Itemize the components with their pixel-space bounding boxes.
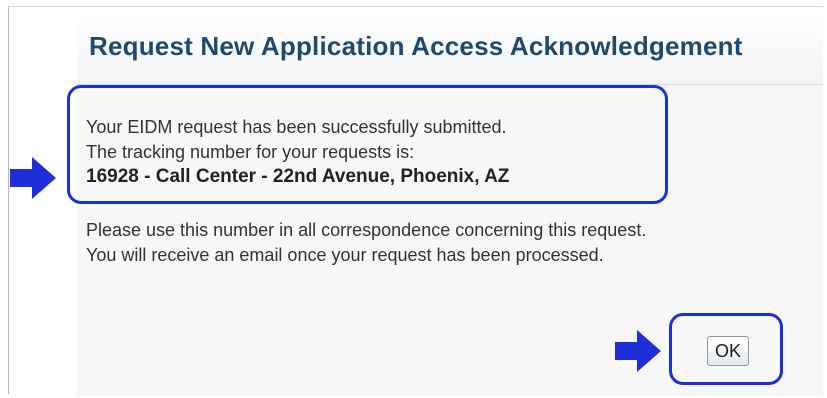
dialog-header: Request New Application Access Acknowled… [77, 13, 823, 85]
correspondence-note: Please use this number in all correspond… [86, 220, 647, 240]
dialog-title: Request New Application Access Acknowled… [89, 31, 743, 61]
submitted-message: Your EIDM request has been successfully … [86, 117, 507, 137]
right-arrow-icon [10, 155, 56, 206]
right-arrow-icon [615, 328, 661, 379]
ok-button[interactable]: OK [707, 336, 749, 366]
tracking-label: The tracking number for your requests is… [86, 142, 415, 162]
tracking-number: 16928 - Call Center - 22nd Avenue, Phoen… [86, 166, 510, 187]
email-note: You will receive an email once your requ… [86, 245, 604, 265]
